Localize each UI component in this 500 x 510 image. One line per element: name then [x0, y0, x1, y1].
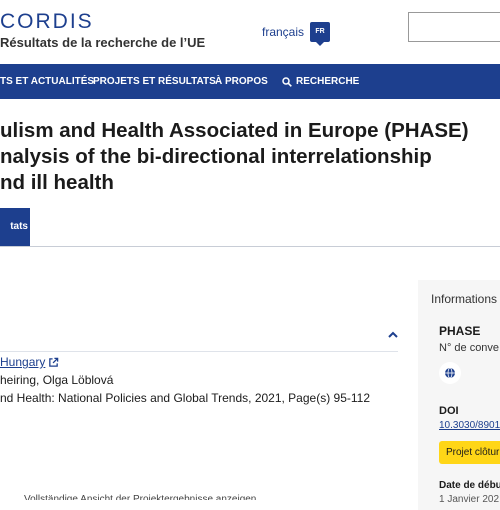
external-link-icon	[49, 357, 59, 367]
title-line: nalysis of the bi-directional interrelat…	[0, 145, 432, 168]
chevron-up-icon[interactable]	[386, 328, 400, 342]
tab-bar: tats	[0, 208, 500, 247]
nav-item-search-label: RECHERCHE	[296, 76, 360, 87]
site-subtitle: Résultats de la recherche de l’UE	[0, 35, 206, 50]
publication-authors: heiring, Olga Löblová	[0, 373, 114, 387]
language-selector[interactable]: français FR	[262, 22, 331, 46]
search-icon	[282, 76, 292, 87]
title-line: ulism and Health Associated in Europe (P…	[0, 119, 469, 142]
status-badge: Projet clôtur	[439, 441, 500, 464]
sidebar-heading: Informations	[431, 292, 498, 306]
publication-journal: nd Health: National Policies and Global …	[0, 391, 371, 405]
nav-item-projects-results[interactable]: PROJETS ET RÉSULTATS	[93, 64, 216, 99]
nav-item-about[interactable]: À PROPOS	[215, 64, 268, 99]
site-header: CORDIS Résultats de la recherche de l’UE…	[0, 0, 500, 64]
language-label[interactable]: français	[262, 25, 304, 39]
website-button[interactable]	[439, 362, 461, 384]
search-input[interactable]	[408, 12, 500, 42]
globe-icon	[445, 367, 455, 379]
start-date-label: Date de débu	[439, 480, 500, 491]
nav-item-search[interactable]: RECHERCHE	[282, 64, 359, 99]
info-sidebar: Informations PHASE N° de conve DOI 10.30…	[418, 280, 500, 510]
page-title: ulism and Health Associated in Europe (P…	[0, 118, 500, 196]
grant-number-label: N° de conve	[439, 342, 500, 354]
main-nav: TS ET ACTUALITÉS PROJETS ET RÉSULTATS À …	[0, 64, 500, 99]
nav-item-news[interactable]: TS ET ACTUALITÉS	[0, 64, 94, 99]
section-divider	[0, 351, 398, 352]
doi-label: DOI	[439, 405, 459, 417]
title-line: nd ill health	[0, 171, 114, 194]
tab-results[interactable]: tats	[0, 208, 30, 246]
publication-link-text: Hungary	[0, 355, 46, 369]
publication-link[interactable]: Hungary	[0, 355, 59, 369]
doi-link[interactable]: 10.3030/8901	[439, 420, 500, 431]
clipped-text-line: Vollständige Ansicht der Projektergebnis…	[24, 494, 257, 500]
project-acronym: PHASE	[439, 324, 481, 338]
cordis-logo[interactable]: CORDIS	[0, 10, 94, 34]
language-code-badge[interactable]: FR	[310, 22, 331, 46]
